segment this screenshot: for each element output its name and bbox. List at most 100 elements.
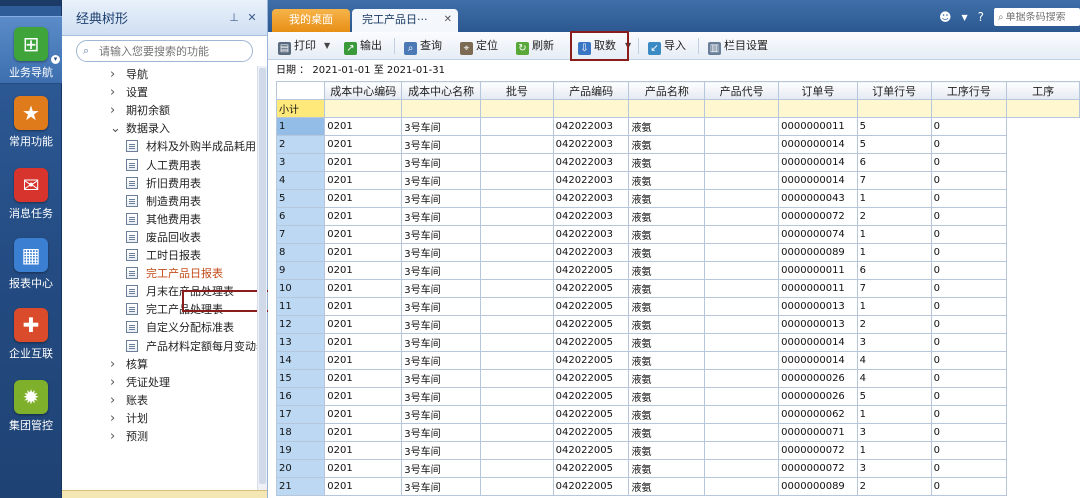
tree-search-input[interactable]: [99, 44, 249, 58]
table-cell[interactable]: 0201: [324, 225, 403, 244]
table-cell[interactable]: 0000000014: [778, 171, 858, 190]
tree-folder[interactable]: › 计划: [110, 410, 148, 428]
table-cell[interactable]: 042022003: [552, 135, 630, 154]
table-cell[interactable]: 0000000014: [778, 135, 858, 154]
table-cell[interactable]: 0201: [324, 315, 403, 334]
table-row[interactable]: 2 0201 3号车间 042022003 液氨 0000000014 5 0: [276, 135, 1080, 154]
column-settings-button[interactable]: ▥ 栏目设置: [708, 36, 768, 56]
tree-folder[interactable]: › 账表: [110, 392, 148, 410]
tab-report[interactable]: 完工产品日··· ✕: [352, 9, 458, 32]
column-header[interactable]: 订单号: [778, 81, 858, 100]
table-cell[interactable]: 3号车间: [401, 423, 482, 442]
chevron-right-icon[interactable]: ›: [110, 410, 122, 428]
table-cell[interactable]: 0: [930, 261, 1008, 280]
export-button[interactable]: ↗ 输出: [344, 36, 382, 56]
table-cell[interactable]: 042022005: [552, 315, 630, 334]
print-button[interactable]: ▤ 打印: [278, 36, 316, 56]
table-row[interactable]: 4 0201 3号车间 042022003 液氨 0000000014 7 0: [276, 171, 1080, 190]
table-cell[interactable]: 0201: [324, 405, 403, 424]
table-cell[interactable]: 液氨: [628, 387, 706, 406]
tree-item[interactable]: 工时日报表: [126, 247, 201, 265]
table-cell[interactable]: 0: [930, 387, 1008, 406]
table-row[interactable]: 11 0201 3号车间 042022005 液氨 0000000013 1 0: [276, 297, 1080, 316]
print-dropdown-icon[interactable]: ▼: [324, 36, 330, 56]
table-cell[interactable]: 液氨: [628, 117, 706, 136]
table-cell[interactable]: 0000000011: [778, 117, 858, 136]
table-cell[interactable]: [704, 207, 780, 226]
table-cell[interactable]: 液氨: [628, 405, 706, 424]
table-cell[interactable]: 042022005: [552, 477, 630, 496]
table-cell[interactable]: 0201: [324, 387, 403, 406]
table-cell[interactable]: 0: [930, 297, 1008, 316]
table-cell[interactable]: 液氨: [628, 333, 706, 352]
table-cell[interactable]: 1: [856, 441, 932, 460]
table-cell[interactable]: 0: [930, 405, 1008, 424]
table-cell[interactable]: 3号车间: [401, 189, 482, 208]
table-row[interactable]: 8 0201 3号车间 042022003 液氨 0000000089 1 0: [276, 243, 1080, 262]
column-header[interactable]: 产品编码: [552, 81, 630, 100]
table-row[interactable]: 5 0201 3号车间 042022003 液氨 0000000043 1 0: [276, 189, 1080, 208]
table-cell[interactable]: 0000000013: [778, 297, 858, 316]
column-header[interactable]: 成本中心名称: [401, 81, 482, 100]
table-cell[interactable]: 0201: [324, 369, 403, 388]
table-cell[interactable]: 0201: [324, 351, 403, 370]
tree-scrollbar[interactable]: [257, 66, 267, 490]
table-cell[interactable]: [704, 459, 780, 478]
table-cell[interactable]: 0000000072: [778, 441, 858, 460]
table-row[interactable]: 18 0201 3号车间 042022005 液氨 0000000071 3 0: [276, 423, 1080, 442]
locate-button[interactable]: ⌖ 定位: [460, 36, 498, 56]
table-cell[interactable]: 0000000071: [778, 423, 858, 442]
table-cell[interactable]: 0201: [324, 423, 403, 442]
table-cell[interactable]: 4: [856, 351, 932, 370]
tree-folder[interactable]: › 导航: [110, 66, 148, 84]
table-cell[interactable]: 3号车间: [401, 207, 482, 226]
table-cell[interactable]: 1: [856, 297, 932, 316]
table-cell[interactable]: 3号车间: [401, 441, 482, 460]
table-cell[interactable]: [480, 171, 554, 190]
table-cell[interactable]: 0000000026: [778, 369, 858, 388]
tree-scroll-thumb[interactable]: [259, 68, 266, 484]
table-cell[interactable]: [480, 261, 554, 280]
column-header[interactable]: 工序行号: [930, 81, 1008, 100]
table-cell[interactable]: [704, 243, 780, 262]
table-cell[interactable]: 042022005: [552, 297, 630, 316]
barcode-search-input[interactable]: [1005, 11, 1080, 23]
table-cell[interactable]: 3号车间: [401, 279, 482, 298]
tree-item[interactable]: 产品材料定额每月变动表: [126, 338, 267, 356]
table-cell[interactable]: 3号车间: [401, 405, 482, 424]
table-cell[interactable]: 0: [930, 477, 1008, 496]
table-cell[interactable]: 1: [856, 243, 932, 262]
column-header[interactable]: 订单行号: [856, 81, 932, 100]
tree-item[interactable]: 其他费用表: [126, 211, 201, 229]
table-cell[interactable]: 0000000074: [778, 225, 858, 244]
table-cell[interactable]: 042022005: [552, 459, 630, 478]
table-row[interactable]: 16 0201 3号车间 042022005 液氨 0000000026 5 0: [276, 387, 1080, 406]
table-cell[interactable]: 0: [930, 225, 1008, 244]
rail-item-1[interactable]: ★ 常用功能: [0, 86, 62, 154]
table-cell[interactable]: 042022005: [552, 279, 630, 298]
table-cell[interactable]: 0000000014: [778, 333, 858, 352]
table-cell[interactable]: 6: [856, 153, 932, 172]
column-header[interactable]: 产品名称: [628, 81, 706, 100]
table-cell[interactable]: 042022005: [552, 387, 630, 406]
table-cell[interactable]: 3号车间: [401, 369, 482, 388]
table-cell[interactable]: [704, 477, 780, 496]
table-cell[interactable]: 042022005: [552, 441, 630, 460]
table-cell[interactable]: 7: [856, 279, 932, 298]
table-cell[interactable]: 042022003: [552, 117, 630, 136]
table-cell[interactable]: 1: [856, 225, 932, 244]
table-cell[interactable]: 042022003: [552, 225, 630, 244]
table-row[interactable]: 6 0201 3号车间 042022003 液氨 0000000072 2 0: [276, 207, 1080, 226]
table-cell[interactable]: 042022005: [552, 423, 630, 442]
table-cell[interactable]: 0000000072: [778, 459, 858, 478]
table-cell[interactable]: 3号车间: [401, 153, 482, 172]
column-header[interactable]: 成本中心编码: [324, 81, 403, 100]
table-cell[interactable]: 液氨: [628, 297, 706, 316]
table-cell[interactable]: 3: [856, 333, 932, 352]
table-cell[interactable]: 液氨: [628, 459, 706, 478]
table-cell[interactable]: [480, 225, 554, 244]
tree-item[interactable]: 制造费用表: [126, 193, 201, 211]
table-cell[interactable]: [480, 477, 554, 496]
tree-folder[interactable]: › 设置: [110, 84, 148, 102]
table-row[interactable]: 12 0201 3号车间 042022005 液氨 0000000013 2 0: [276, 315, 1080, 334]
